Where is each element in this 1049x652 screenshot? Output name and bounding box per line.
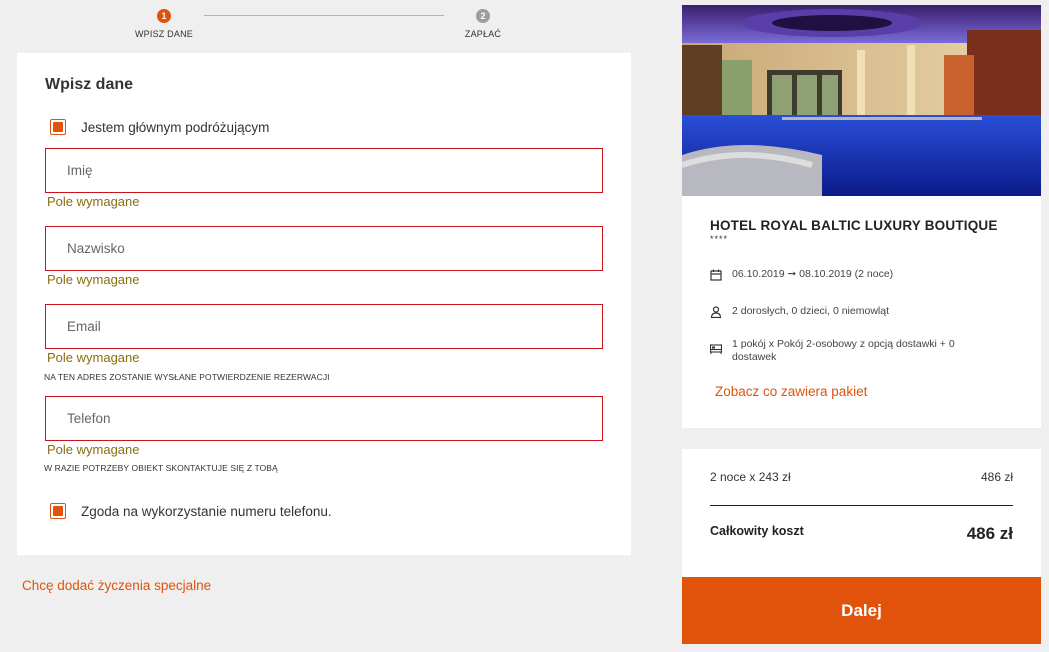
- last-name-field[interactable]: [45, 226, 603, 271]
- phone-error: Pole wymagane: [47, 442, 140, 457]
- total-cost-value: 486 zł: [966, 524, 1013, 543]
- room-row: 1 pokój x Pokój 2-osobowy z opcją dostaw…: [710, 338, 982, 364]
- phone-consent-checkbox-row[interactable]: Zgoda na wykorzystanie numeru telefonu.: [50, 503, 332, 519]
- phone-hint: W RAZIE POTRZEBY OBIEKT SKONTAKTUJE SIĘ …: [44, 463, 278, 473]
- email-field[interactable]: [45, 304, 603, 349]
- next-button[interactable]: Dalej: [682, 577, 1041, 644]
- bed-icon: [710, 344, 722, 354]
- step-label: WPISZ DANE: [134, 29, 193, 39]
- main-traveler-checkbox-row[interactable]: Jestem głównym podróżującym: [50, 119, 269, 135]
- price-divider: [710, 505, 1013, 506]
- special-requests-link[interactable]: Chcę dodać życzenia specjalne: [22, 578, 211, 593]
- email-error: Pole wymagane: [47, 350, 140, 365]
- first-name-input[interactable]: [67, 163, 602, 178]
- step-number: 2: [476, 9, 490, 23]
- hotel-photo: [682, 5, 1041, 196]
- form-title: Wpisz dane: [45, 76, 134, 93]
- first-name-field[interactable]: [45, 148, 603, 193]
- total-cost-label: Całkowity koszt: [710, 524, 804, 538]
- guests-count: 2 dorosłych, 0 dzieci, 0 niemowląt: [732, 305, 889, 317]
- phone-consent-label: Zgoda na wykorzystanie numeru telefonu.: [81, 503, 332, 519]
- calendar-icon: [710, 269, 722, 281]
- price-summary-card: 2 noce x 243 zł 486 zł Całkowity koszt 4…: [682, 449, 1041, 577]
- package-details-link[interactable]: Zobacz co zawiera pakiet: [715, 384, 867, 399]
- stepper-line: [204, 15, 444, 16]
- progress-stepper: 1 WPISZ DANE 2 ZAPŁAĆ: [0, 0, 650, 48]
- main-traveler-checkbox[interactable]: [50, 119, 66, 135]
- last-name-error: Pole wymagane: [47, 272, 140, 287]
- room-description: 1 pokój x Pokój 2-osobowy z opcją dostaw…: [732, 338, 955, 363]
- nights-price-label: 2 noce x 243 zł: [710, 470, 791, 484]
- step-number: 1: [157, 9, 171, 23]
- hotel-name: HOTEL ROYAL BALTIC LUXURY BOUTIQUE: [710, 218, 998, 233]
- dates-row: 06.10.2019 ➞ 08.10.2019 (2 noce): [710, 268, 982, 281]
- phone-consent-checkbox[interactable]: [50, 503, 66, 519]
- hotel-summary-card: HOTEL ROYAL BALTIC LUXURY BOUTIQUE **** …: [682, 5, 1041, 428]
- main-traveler-label: Jestem głównym podróżującym: [81, 119, 270, 135]
- guest-details-form: Wpisz dane Jestem głównym podróżującym P…: [17, 53, 631, 555]
- phone-input[interactable]: [67, 411, 602, 426]
- stay-dates: 06.10.2019 ➞ 08.10.2019 (2 noce): [732, 268, 894, 280]
- person-icon: [710, 306, 722, 318]
- step-pay: 2 ZAPŁAĆ: [443, 9, 523, 39]
- email-hint: NA TEN ADRES ZOSTANIE WYSŁANE POTWIERDZE…: [44, 372, 330, 382]
- email-input[interactable]: [67, 319, 602, 334]
- last-name-input[interactable]: [67, 241, 602, 256]
- step-enter-data: 1 WPISZ DANE: [124, 9, 204, 39]
- first-name-error: Pole wymagane: [47, 194, 140, 209]
- hotel-stars: ****: [710, 234, 729, 244]
- guests-row: 2 dorosłych, 0 dzieci, 0 niemowląt: [710, 305, 982, 318]
- step-label: ZAPŁAĆ: [464, 29, 502, 39]
- phone-field[interactable]: [45, 396, 603, 441]
- nights-price-value: 486 zł: [980, 470, 1013, 484]
